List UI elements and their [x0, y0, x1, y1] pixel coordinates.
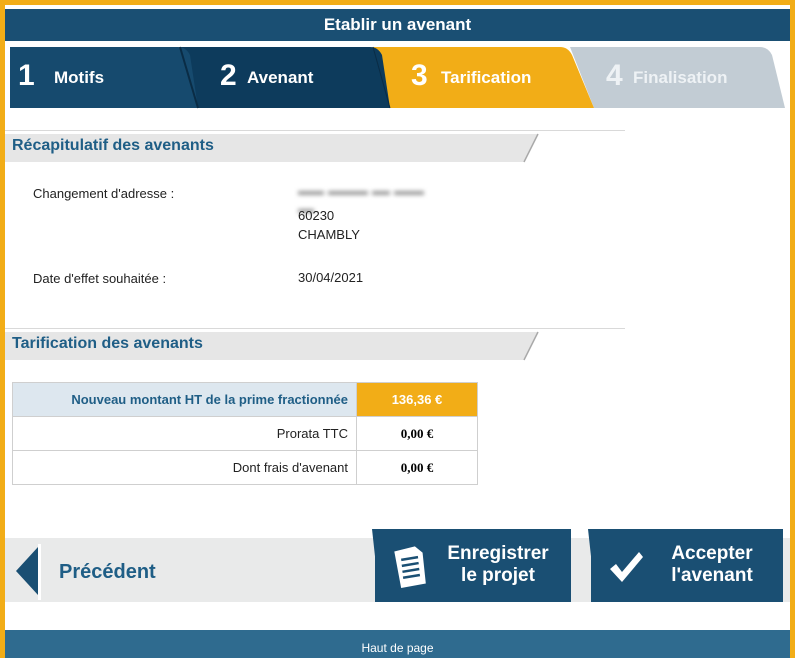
address-change-label: Changement d'adresse :: [33, 186, 175, 201]
step-1-label: Motifs: [54, 68, 105, 87]
previous-button[interactable]: Précédent: [14, 540, 214, 602]
prorata-label: Prorata TTC: [12, 416, 357, 451]
city: CHAMBLY: [298, 227, 360, 242]
button-tab-edge: [588, 529, 602, 602]
effective-date-label: Date d'effet souhaitée :: [33, 271, 167, 286]
accept-amendment-button[interactable]: Accepter l'avenant: [588, 529, 783, 602]
checkmark-icon: [610, 552, 643, 582]
step-4-number: 4: [606, 59, 623, 92]
step-3-label: Tarification: [441, 68, 532, 87]
save-project-label-line1: Enregistrer: [447, 543, 549, 564]
new-premium-label: Nouveau montant HT de la prime fractionn…: [12, 382, 357, 417]
tarif-table: Nouveau montant HT de la prime fractionn…: [12, 382, 478, 485]
prorata-value: 0,00 €: [356, 416, 478, 451]
step-3-number: 3: [411, 59, 428, 92]
steps-background: [5, 41, 790, 110]
table-row: Dont frais d'avenant 0,00 €: [12, 450, 478, 485]
save-project-button[interactable]: Enregistrer le projet: [372, 529, 571, 602]
table-row: Prorata TTC 0,00 €: [12, 416, 478, 451]
new-premium-value: 136,36 €: [356, 382, 478, 417]
redacted-street-address: [298, 184, 444, 213]
step-2-number: 2: [220, 59, 237, 92]
accept-label-line1: Accepter: [671, 543, 753, 564]
save-project-label-line2: le projet: [461, 565, 535, 586]
step-4-label: Finalisation: [633, 68, 728, 87]
fees-value: 0,00 €: [356, 450, 478, 485]
step-1-number: 1: [18, 59, 35, 92]
step-2-label: Avenant: [247, 68, 314, 87]
effective-date-value: 30/04/2021: [298, 270, 364, 285]
fees-label: Dont frais d'avenant: [12, 450, 357, 485]
chevron-left-icon: [16, 544, 41, 600]
postal-code: 60230: [298, 208, 335, 223]
button-tab-edge: [372, 529, 386, 602]
previous-label: Précédent: [59, 561, 156, 583]
recap-section-title: Récapitulatif des avenants: [12, 137, 214, 154]
back-to-top-link[interactable]: Haut de page: [5, 630, 790, 658]
document-icon: [394, 546, 426, 589]
tarif-section-title: Tarification des avenants: [12, 335, 203, 352]
accept-label-line2: l'avenant: [671, 565, 753, 586]
table-row: Nouveau montant HT de la prime fractionn…: [12, 382, 478, 417]
